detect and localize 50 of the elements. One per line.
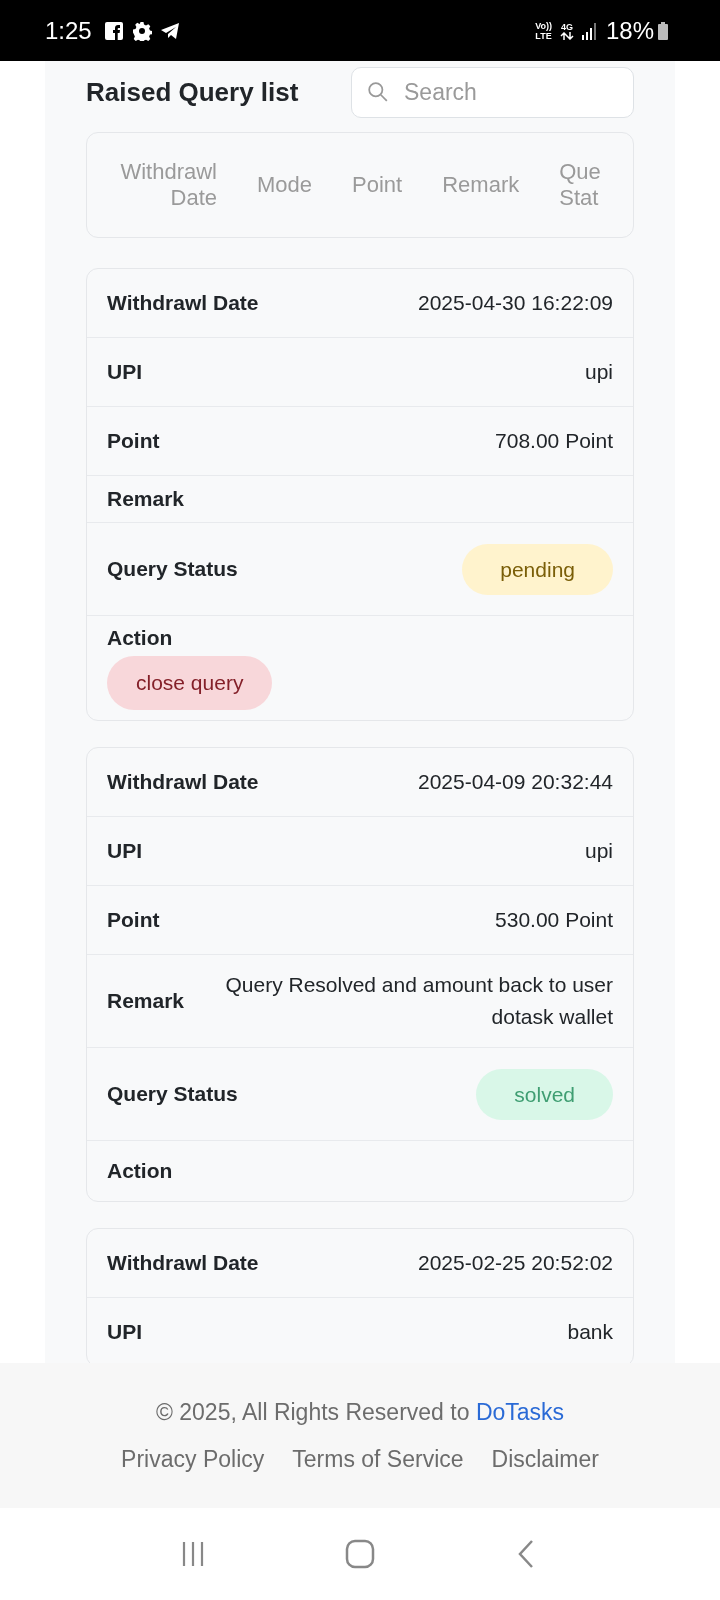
- field-label: Withdrawl Date: [107, 1251, 259, 1275]
- field-value: 530.00 Point: [495, 907, 613, 933]
- footer-link[interactable]: Terms of Service: [292, 1445, 464, 1473]
- field-value: 2025-04-30 16:22:09: [418, 290, 613, 316]
- footer-link[interactable]: Privacy Policy: [121, 1445, 265, 1473]
- field-label: Point: [107, 429, 160, 453]
- column-heading: Mode: [257, 172, 313, 198]
- field-value: Query Resolved and amount back to user dotask wallet: [224, 972, 613, 1030]
- field-label: Action: [107, 626, 173, 650]
- column-heading: Point: [352, 172, 403, 198]
- brand-link[interactable]: DoTasks: [475, 1398, 565, 1425]
- field-label: UPI: [107, 1320, 142, 1344]
- field-value: upi: [584, 359, 613, 385]
- data-arrows-icon: [559, 31, 574, 40]
- close-query-button[interactable]: close query: [107, 656, 273, 710]
- data-label: 4G: [560, 21, 573, 32]
- clock-time: 1:25: [45, 16, 92, 45]
- field-label: Query Status: [107, 557, 238, 581]
- field-value: 708.00 Point: [495, 428, 613, 454]
- field-label: Withdrawl Date: [107, 291, 259, 315]
- network-label: LTE: [535, 30, 552, 41]
- field-value: bank: [567, 1319, 613, 1345]
- field-label: Point: [107, 908, 160, 932]
- field-label: UPI: [107, 360, 142, 384]
- field-label: Query Status: [107, 1082, 238, 1106]
- gear-icon: [131, 20, 152, 41]
- page-title: Raised Query list: [86, 77, 299, 108]
- field-value: upi: [584, 838, 613, 864]
- status-pill: pending: [462, 543, 613, 595]
- column-heading: Remark: [442, 172, 520, 198]
- paper-plane-icon: [159, 20, 180, 41]
- copyright-text: © 2025, All Rights Reserved to DoTasks: [155, 1398, 565, 1426]
- field-label: Withdrawl Date: [107, 770, 259, 794]
- home-icon[interactable]: [345, 1539, 375, 1569]
- battery-percent: 18%: [605, 16, 654, 45]
- field-label: Action: [107, 1159, 173, 1183]
- signal-icon: [581, 21, 598, 40]
- field-label: Remark: [107, 989, 185, 1013]
- network-label: Vo)): [535, 20, 552, 31]
- field-label: Remark: [107, 487, 185, 511]
- search-field[interactable]: Search: [351, 67, 634, 118]
- field-value: 2025-04-09 20:32:44: [418, 769, 613, 795]
- column-heading: Withdrawl Date: [119, 159, 217, 211]
- footer-link[interactable]: Disclaimer: [491, 1445, 599, 1473]
- battery-icon: [658, 21, 668, 40]
- facebook-icon: [103, 20, 124, 41]
- column-heading: Que Stat: [559, 159, 600, 211]
- field-value: 2025-02-25 20:52:02: [418, 1250, 613, 1276]
- field-label: UPI: [107, 839, 142, 863]
- status-pill: solved: [476, 1068, 613, 1120]
